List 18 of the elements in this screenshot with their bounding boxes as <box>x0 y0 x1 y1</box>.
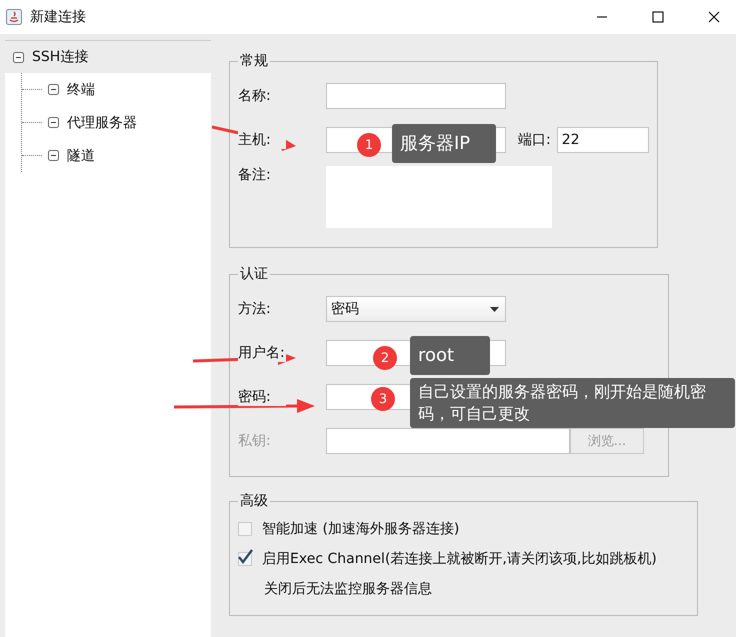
tree-label: 终端 <box>67 80 95 98</box>
window-title: 新建连接 <box>30 8 86 26</box>
annotation-tooltip: 服务器IP <box>392 124 496 163</box>
option-label: 智能加速 (加速海外服务器连接) <box>262 520 460 538</box>
annotation-tooltip: root <box>410 336 490 375</box>
annotation-tooltip: 自己设置的服务器密码，刚开始是随机密码，可自己更改 <box>410 378 735 428</box>
option-label: 启用Exec Channel(若连接上就被断开,请关闭该项,比如跳板机) <box>262 550 657 568</box>
tree-label: 代理服务器 <box>67 114 137 132</box>
group-title: 常规 <box>239 52 269 70</box>
group-title: 认证 <box>239 265 269 283</box>
tree-label: SSH连接 <box>32 48 88 66</box>
field-label: 密码: <box>238 388 286 406</box>
group-title: 高级 <box>239 492 269 510</box>
field-label: 端口: <box>518 131 551 149</box>
tree-label: 隧道 <box>67 146 95 164</box>
option-note: 关闭后无法监控服务器信息 <box>263 580 433 599</box>
field-label: 用户名: <box>238 344 286 362</box>
field-label: 主机: <box>238 131 286 149</box>
